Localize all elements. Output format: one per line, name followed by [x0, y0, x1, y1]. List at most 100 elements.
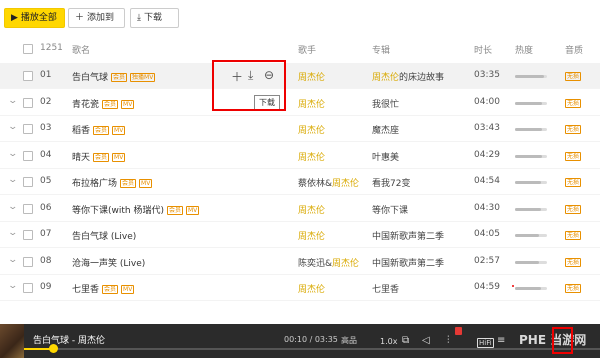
table-row[interactable]: ⌄ 03 稻香 会员 MV 周杰伦 魔杰座 03:43 无损 [0, 116, 600, 142]
song-album[interactable]: 叶惠美 [372, 150, 399, 163]
mv-badge[interactable]: MV [121, 99, 135, 109]
song-album[interactable]: 看我72变 [372, 176, 410, 189]
expand-chevron-icon[interactable]: ⌄ [7, 228, 18, 238]
song-artist[interactable]: 陈奕迅&周杰伦 [298, 256, 359, 269]
artist-name[interactable]: 周杰伦 [298, 100, 325, 110]
song-album[interactable]: 等你下课 [372, 203, 408, 216]
mv-badge[interactable]: MV [112, 126, 126, 135]
column-album[interactable]: 专辑 [372, 43, 390, 56]
artist-name-secondary[interactable]: 陈奕迅& [298, 259, 332, 269]
song-title[interactable]: 布拉格广场 会员 MV [72, 176, 153, 189]
table-row[interactable]: ⌄ 04 晴天 会员 MV 周杰伦 叶惠美 04:29 无损 [0, 143, 600, 169]
row-checkbox[interactable] [23, 150, 33, 161]
table-row[interactable]: ⌄ 06 等你下课(with 杨瑞代) 会员 MV 周杰伦 等你下课 04:30 无损 [0, 196, 600, 222]
artist-name[interactable]: 周杰伦 [298, 126, 325, 136]
song-title[interactable]: 等你下课(with 杨瑞代) 会员 MV [72, 203, 200, 216]
song-title[interactable]: 晴天 会员 MV [72, 150, 126, 163]
song-title[interactable]: 青花瓷 会员 MV [72, 97, 135, 110]
download-button[interactable]: ⤓ 下载 [130, 8, 179, 28]
row-checkbox[interactable] [23, 203, 33, 214]
artist-name[interactable]: 周杰伦 [298, 232, 325, 242]
expand-chevron-icon[interactable]: ⌄ [7, 202, 18, 212]
column-quality[interactable]: 音质 [565, 43, 583, 56]
expand-chevron-icon[interactable]: ⌄ [7, 281, 18, 291]
now-playing-title[interactable]: 告白气球 - 周杰伦 [33, 333, 105, 346]
song-title[interactable]: 稻香 会员 MV [72, 123, 126, 136]
heat-bar [515, 234, 547, 237]
expand-chevron-icon[interactable]: ⌄ [7, 175, 18, 185]
row-checkbox[interactable] [23, 256, 33, 267]
song-title-text: 稻香 [72, 126, 91, 136]
song-artist[interactable]: 周杰伦 [298, 229, 325, 242]
expand-chevron-icon[interactable]: ⌄ [7, 122, 18, 132]
row-checkbox[interactable] [23, 97, 33, 108]
artist-name[interactable]: 周杰伦 [332, 179, 359, 189]
row-checkbox[interactable] [23, 230, 33, 240]
heat-bar [515, 128, 547, 131]
hifi-badge[interactable]: HiFi [477, 338, 494, 348]
progress-knob[interactable] [48, 344, 58, 353]
mv-badge[interactable]: MV [139, 179, 153, 188]
song-artist[interactable]: 周杰伦 [298, 150, 325, 163]
song-title[interactable]: 告白气球 (Live) [72, 229, 136, 242]
row-checkbox[interactable] [23, 177, 33, 187]
table-row[interactable]: ⌄ 09 七里香 会员 MV 周杰伦 七里香 04:59 无损 [0, 275, 600, 301]
expand-chevron-icon[interactable]: ⌄ [7, 96, 18, 106]
song-album[interactable]: 中国新歌声第二季 [372, 256, 444, 269]
heat-bar-fill [515, 128, 543, 131]
mv-badge[interactable]: MV [121, 285, 135, 294]
playback-time: 00:10 / 03:35 [284, 335, 338, 344]
artist-name[interactable]: 周杰伦 [332, 259, 359, 269]
song-title[interactable]: 沧海一声笑 (Live) [72, 256, 145, 269]
quality-selector[interactable]: 高品 [341, 335, 357, 346]
column-title[interactable]: 歌名 [72, 43, 90, 56]
song-album[interactable]: 中国新歌声第二季 [372, 229, 444, 242]
mv-badge[interactable]: MV [186, 205, 200, 215]
song-album[interactable]: 七里香 [372, 282, 399, 295]
song-album[interactable]: 我很忙 [372, 97, 399, 110]
song-title[interactable]: 七里香 会员 MV [72, 282, 135, 295]
song-album[interactable]: 魔杰座 [372, 123, 399, 136]
heat-bar-fill [515, 260, 539, 264]
progress-bar[interactable] [24, 348, 600, 350]
speed-button[interactable]: 1.0x [380, 337, 397, 346]
table-row[interactable]: 01 告白气球 会员 独播MV 周杰伦 周杰伦的床边故事 03:35 无损 [0, 63, 600, 89]
add-to-button[interactable]: ＋添加到 [68, 8, 125, 28]
volume-icon[interactable]: ◁ [422, 335, 430, 346]
song-album[interactable]: 周杰伦的床边故事 [372, 70, 444, 83]
album-cover[interactable] [0, 324, 24, 358]
column-heat[interactable]: 热度 [515, 43, 533, 56]
artist-name-secondary[interactable]: 蔡依林& [298, 179, 332, 189]
song-artist[interactable]: 周杰伦 [298, 123, 325, 136]
artist-name[interactable]: 周杰伦 [298, 206, 325, 216]
song-artist[interactable]: 周杰伦 [298, 97, 325, 110]
artist-name[interactable]: 周杰伦 [298, 153, 325, 163]
table-row[interactable]: ⌄ 05 布拉格广场 会员 MV 蔡依林&周杰伦 看我72变 04:54 无损 [0, 169, 600, 195]
table-row[interactable]: ⌄ 08 沧海一声笑 (Live) 陈奕迅&周杰伦 中国新歌声第二季 02:57 无损 [0, 249, 600, 275]
lyrics-icon[interactable]: ⧉ [402, 335, 409, 346]
song-artist[interactable]: 周杰伦 [298, 203, 325, 216]
expand-chevron-icon[interactable]: ⌄ [7, 149, 18, 159]
song-title[interactable]: 告白气球 会员 独播MV [72, 70, 156, 83]
column-artist[interactable]: 歌手 [298, 43, 316, 56]
artist-name[interactable]: 周杰伦 [298, 285, 325, 295]
expand-chevron-icon[interactable]: ⌄ [7, 255, 18, 265]
mv-badge[interactable]: MV [112, 152, 126, 162]
select-all-checkbox[interactable] [23, 44, 33, 54]
artist-name[interactable]: 周杰伦 [298, 73, 325, 83]
row-checkbox[interactable] [23, 124, 33, 134]
song-artist[interactable]: 周杰伦 [298, 70, 325, 83]
song-artist[interactable]: 周杰伦 [298, 282, 325, 295]
row-checkbox[interactable] [23, 283, 33, 293]
quality-badge: 无损 [565, 204, 581, 214]
heat-bar-fill [515, 234, 539, 237]
column-duration[interactable]: 时长 [474, 43, 492, 56]
playlist-icon[interactable]: ≡ [497, 335, 505, 346]
equalizer-icon[interactable]: ⫶ [447, 335, 450, 346]
row-checkbox[interactable] [23, 71, 33, 81]
table-row[interactable]: ⌄ 07 告白气球 (Live) 周杰伦 中国新歌声第二季 04:05 无损 [0, 222, 600, 248]
table-row[interactable]: ⌄ 02 青花瓷 会员 MV 周杰伦 我很忙 04:00 无损 [0, 90, 600, 116]
play-all-button[interactable]: ▶ 播放全部 [4, 8, 65, 28]
mv-badge[interactable]: 独播MV [130, 73, 156, 82]
song-artist[interactable]: 蔡依林&周杰伦 [298, 176, 359, 189]
